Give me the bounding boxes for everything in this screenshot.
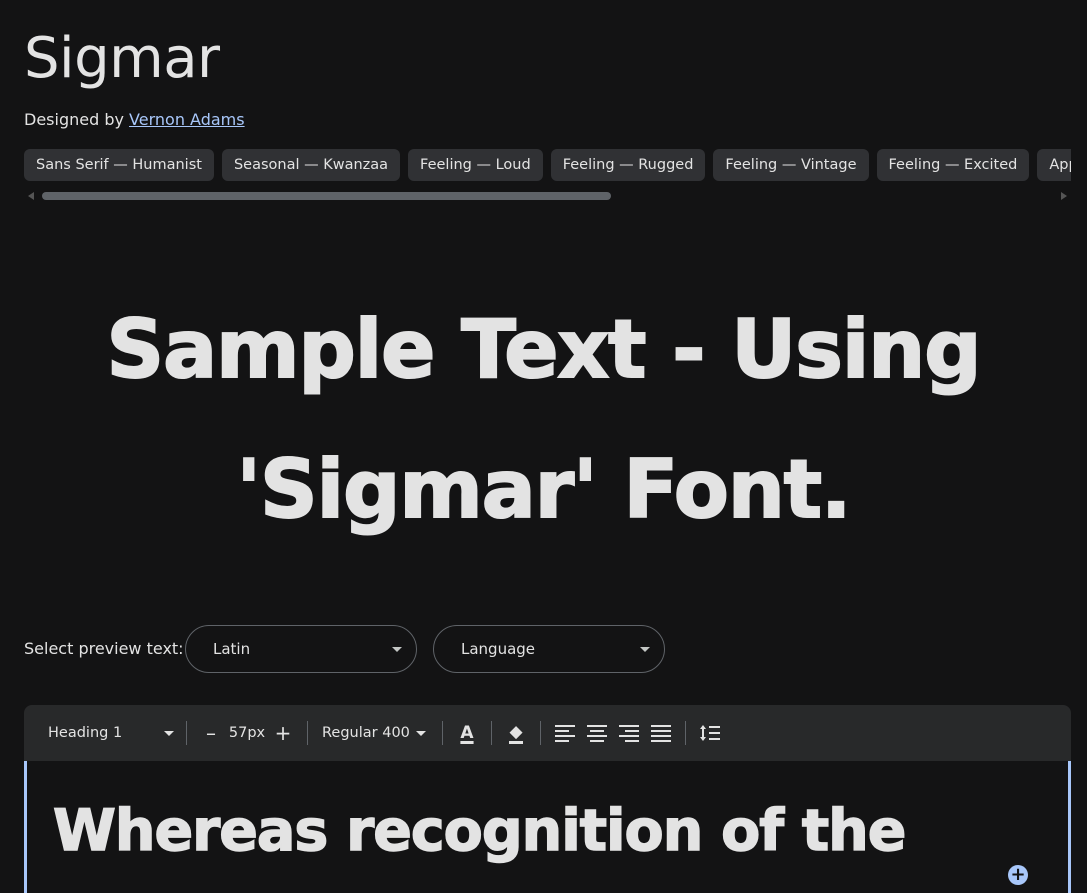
increase-size-button[interactable]: + xyxy=(267,717,299,749)
sample-text-preview: Sample Text - Using 'Sigmar' Font. xyxy=(60,280,1027,560)
line-height-button[interactable] xyxy=(694,717,726,749)
script-select[interactable]: Latin xyxy=(185,625,417,673)
tag-chip[interactable]: Feeling — Excited xyxy=(876,149,1030,181)
font-title: Sigmar xyxy=(24,26,220,91)
tag-chip[interactable]: Appearance xyxy=(1037,149,1071,181)
chevron-down-icon xyxy=(416,731,426,736)
toolbar-divider xyxy=(307,721,308,745)
chips-scrollbar[interactable] xyxy=(24,190,1071,202)
language-select[interactable]: Language xyxy=(433,625,665,673)
preview-text-label: Select preview text: xyxy=(24,639,184,658)
sample-line-2: 'Sigmar' Font. xyxy=(236,442,853,537)
add-icon[interactable]: + xyxy=(1008,865,1028,885)
tag-chip[interactable]: Seasonal — Kwanzaa xyxy=(221,149,401,181)
designed-by-label: Designed by xyxy=(24,110,124,129)
tag-chip[interactable]: Feeling — Rugged xyxy=(550,149,706,181)
justify-icon xyxy=(651,724,671,742)
editor-text[interactable]: Whereas recognition of the xyxy=(52,791,907,871)
align-center-button[interactable] xyxy=(581,717,613,749)
text-style-value: Heading 1 xyxy=(48,725,123,741)
font-size-value[interactable]: 57px xyxy=(227,725,267,741)
text-color-icon: A xyxy=(460,723,474,743)
font-weight-value: Regular 400 xyxy=(322,725,410,741)
toolbar-divider xyxy=(685,721,686,745)
tag-chip[interactable]: Feeling — Vintage xyxy=(713,149,869,181)
align-left-button[interactable] xyxy=(549,717,581,749)
tag-chip[interactable]: Sans Serif — Humanist xyxy=(24,149,214,181)
script-select-value: Latin xyxy=(213,640,251,658)
toolbar-divider xyxy=(491,721,492,745)
justify-button[interactable] xyxy=(645,717,677,749)
align-center-icon xyxy=(587,724,607,742)
designer-line: Designed by Vernon Adams xyxy=(24,110,245,129)
chevron-down-icon xyxy=(392,647,402,652)
align-left-icon xyxy=(555,724,575,742)
chevron-down-icon xyxy=(164,731,174,736)
toolbar-divider xyxy=(186,721,187,745)
tag-chips: Sans Serif — Humanist Seasonal — Kwanzaa F… xyxy=(24,149,1071,183)
fill-color-icon: ◆ xyxy=(509,721,523,744)
toolbar-divider xyxy=(442,721,443,745)
tag-chip[interactable]: Feeling — Loud xyxy=(408,149,543,181)
align-right-icon xyxy=(619,724,639,742)
chevron-down-icon xyxy=(640,647,650,652)
font-weight-dropdown[interactable]: Regular 400 xyxy=(316,725,434,741)
toolbar-divider xyxy=(540,721,541,745)
scroll-right-arrow-icon[interactable] xyxy=(1061,192,1067,200)
designer-link[interactable]: Vernon Adams xyxy=(129,110,245,129)
align-right-button[interactable] xyxy=(613,717,645,749)
sample-line-1: Sample Text - Using xyxy=(106,302,983,397)
preview-editor[interactable]: Whereas recognition of the xyxy=(24,761,1071,893)
line-height-icon xyxy=(700,725,720,741)
language-select-value: Language xyxy=(461,640,536,658)
scroll-thumb[interactable] xyxy=(42,192,611,200)
decrease-size-button[interactable]: – xyxy=(195,717,227,749)
text-color-button[interactable]: A xyxy=(451,717,483,749)
highlight-color-button[interactable]: ◆ xyxy=(500,717,532,749)
text-style-dropdown[interactable]: Heading 1 xyxy=(48,725,178,741)
scroll-left-arrow-icon[interactable] xyxy=(28,192,34,200)
editor-toolbar: Heading 1 – 57px + Regular 400 A ◆ xyxy=(24,705,1071,761)
